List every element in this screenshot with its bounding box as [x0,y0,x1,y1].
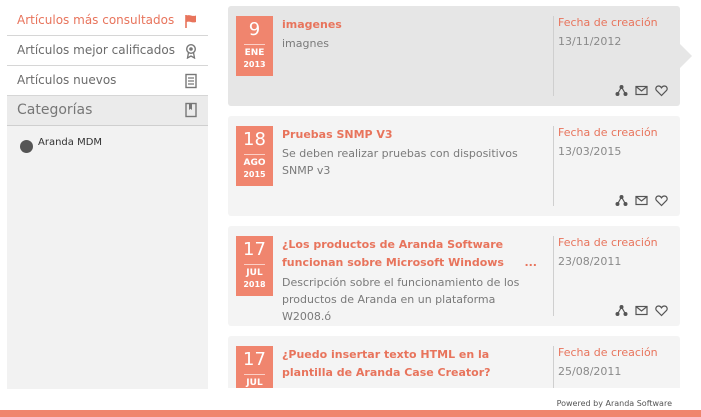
creation-date-value: 13/03/2015 [558,145,622,158]
date-badge: 17 JUL [236,346,273,388]
date-month: JUL [246,268,263,278]
mail-icon[interactable] [635,302,648,316]
article-title[interactable]: imagenes [282,16,537,34]
share-icon[interactable] [615,82,628,96]
date-month: ENE [244,48,265,58]
article-title-text[interactable]: ¿Los productos de Aranda Software funcio… [282,238,504,272]
award-icon [185,43,197,59]
powered-by-text: Powered by Aranda Software [556,399,672,408]
book-icon [185,102,197,118]
creation-date-value: 13/11/2012 [558,35,622,48]
article-title[interactable]: ¿Los productos de Aranda Software funcio… [282,236,537,272]
article-title-text[interactable]: imagenes [282,18,342,31]
article-actions [613,298,668,317]
categories-header: Categorías [7,96,208,126]
article-description: imagnes [282,37,329,50]
date-separator [244,264,265,265]
menu-item-most-consulted[interactable]: Artículos más consultados [7,6,208,36]
article-title-text[interactable]: ¿Puedo insertar texto HTML en la plantil… [282,348,491,379]
category-label: Aranda MDM [38,137,103,148]
article-title-text[interactable]: Pruebas SNMP V3 [282,128,393,141]
date-badge: 9 ENE 2013 [236,16,273,76]
article-title[interactable]: Pruebas SNMP V3 [282,126,537,144]
article-card[interactable]: 18 AGO 2015 Pruebas SNMP V3 Se deben rea… [228,116,680,216]
heart-icon[interactable] [655,302,668,317]
heart-icon[interactable] [655,82,668,97]
menu-item-label: Artículos nuevos [17,73,117,87]
creation-date-value: 23/08/2011 [558,255,622,268]
category-bullet-icon [20,140,33,153]
menu-item-new-articles[interactable]: Artículos nuevos [7,66,208,96]
flag-icon [185,15,196,28]
creation-date-label: Fecha de creación [558,236,658,249]
card-divider [553,346,554,388]
heart-icon[interactable] [655,192,668,207]
date-year: 2013 [243,60,266,69]
sidebar: Artículos más consultados Artículos mejo… [7,6,208,389]
article-card[interactable]: 17 JUL 2018 ¿Los productos de Aranda Sof… [228,226,680,326]
article-clip: 17 JUL ¿Puedo insertar texto HTML en la … [228,336,680,388]
date-badge: 17 JUL 2018 [236,236,273,296]
date-separator [244,44,265,45]
card-divider [553,126,554,206]
creation-date-label: Fecha de creación [558,346,658,359]
date-badge: 18 AGO 2015 [236,126,273,186]
share-icon[interactable] [615,192,628,206]
date-month: JUL [246,378,263,388]
article-description: Descripción sobre el funcionamiento de l… [282,276,520,323]
title-ellipsis: ... [524,256,537,269]
article-description: Se deben realizar pruebas con dispositiv… [282,147,518,177]
article-actions [613,188,668,207]
menu-item-label: Artículos más consultados [17,13,175,27]
date-separator [244,154,265,155]
mail-icon[interactable] [635,82,648,96]
date-year: 2018 [243,280,266,289]
article-card[interactable]: 9 ENE 2013 imagenes imagnes Fecha de cre… [228,6,692,106]
footer-bar [0,410,701,417]
creation-date-value: 25/08/2011 [558,365,622,378]
article-actions [613,78,668,97]
categories-title: Categorías [17,102,93,118]
card-divider [553,16,554,96]
date-day: 17 [243,349,266,370]
creation-date-label: Fecha de creación [558,16,658,29]
share-icon[interactable] [615,302,628,316]
date-month: AGO [243,158,266,168]
creation-date-label: Fecha de creación [558,126,658,139]
article-card[interactable]: 17 JUL ¿Puedo insertar texto HTML en la … [228,336,680,388]
date-year: 2015 [243,170,266,179]
card-divider [553,236,554,316]
date-day: 18 [243,129,266,150]
date-separator [244,374,265,375]
date-day: 9 [248,19,261,40]
menu-item-label: Artículos mejor calificados [17,43,175,57]
article-title[interactable]: ¿Puedo insertar texto HTML en la plantil… [282,346,537,382]
date-day: 17 [243,239,266,260]
menu-item-best-rated[interactable]: Artículos mejor calificados [7,36,208,66]
mail-icon[interactable] [635,192,648,206]
document-icon [185,73,197,89]
